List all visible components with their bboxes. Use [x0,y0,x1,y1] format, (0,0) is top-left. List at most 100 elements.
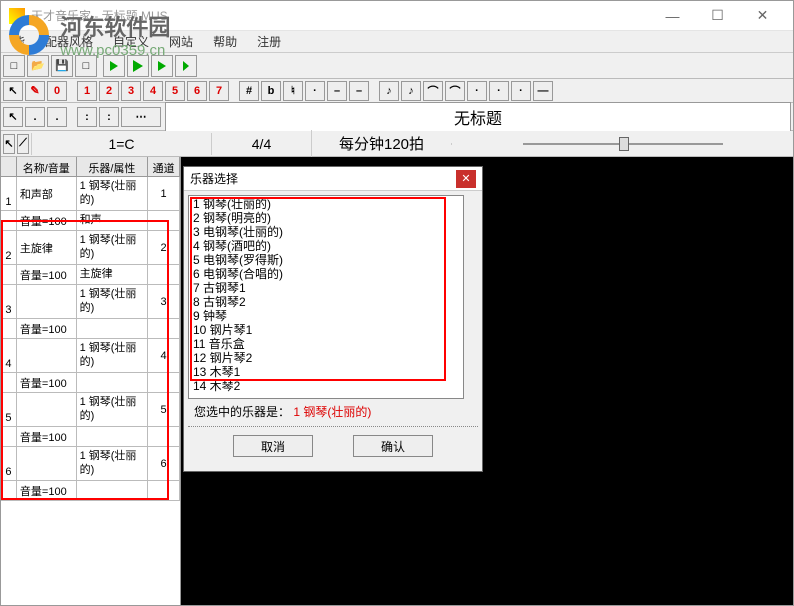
list-item[interactable]: 3 电钢琴(壮丽的) [193,225,459,239]
key-signature[interactable]: 1=C [31,133,211,155]
tool-button[interactable]: · [511,81,531,101]
tool-button[interactable]: . [25,107,45,127]
play-note-button[interactable] [175,55,197,77]
maximize-button[interactable]: ☐ [695,2,740,30]
track-row[interactable]: 2主旋律1 钢琴(壮丽的)2 [1,231,180,265]
track-volume-row[interactable]: 音量=100 [1,373,180,393]
tempo-slider[interactable] [451,143,793,145]
tool-button[interactable]: ♪ [401,81,421,101]
list-item[interactable]: 8 古钢琴2 [193,295,459,309]
ok-button[interactable]: 确认 [353,435,433,457]
cancel-button[interactable]: 取消 [233,435,313,457]
track-name[interactable] [17,285,77,318]
track-volume-row[interactable]: 音量=100 [1,319,180,339]
tool-button[interactable]: · [305,81,325,101]
list-item[interactable]: 10 钢片琴1 [193,323,459,337]
track-channel[interactable]: 6 [148,447,180,480]
tempo-display[interactable]: 每分钟120拍 [311,130,451,157]
num-4[interactable]: 4 [143,81,163,101]
track-volume[interactable]: 音量=100 [17,265,77,284]
play-button[interactable] [103,55,125,77]
track-volume-row[interactable]: 音量=100和声 [1,211,180,231]
list-item[interactable]: 12 钢片琴2 [193,351,459,365]
num-3[interactable]: 3 [121,81,141,101]
track-volume[interactable]: 音量=100 [17,373,77,392]
menu-item[interactable]: 网站 [165,31,197,52]
track-instrument[interactable]: 1 钢琴(壮丽的) [77,339,149,372]
tool-button[interactable]: – [327,81,347,101]
track-name[interactable]: 主旋律 [17,231,77,264]
num-1[interactable]: 1 [77,81,97,101]
list-item[interactable]: 11 音乐盒 [193,337,459,351]
menu-item[interactable]: 配器风格 [41,31,97,52]
track-channel[interactable]: 2 [148,231,180,264]
save-file-button[interactable]: 💾 [51,55,73,77]
close-button[interactable]: ✕ [740,2,785,30]
track-channel[interactable]: 1 [148,177,180,210]
open-file-button[interactable]: 📂 [27,55,49,77]
new-file-button[interactable]: □ [3,55,25,77]
track-row[interactable]: 61 钢琴(壮丽的)6 [1,447,180,481]
menu-item[interactable]: 注册 [253,31,285,52]
track-name[interactable] [17,447,77,480]
track-channel[interactable]: 4 [148,339,180,372]
cursor-tool-2[interactable]: ↖ [3,107,23,127]
track-row[interactable]: 51 钢琴(壮丽的)5 [1,393,180,427]
list-item[interactable]: 1 钢琴(壮丽的) [193,197,459,211]
track-volume-row[interactable]: 音量=100 [1,481,180,501]
track-volume[interactable]: 音量=100 [17,319,77,338]
menu-item[interactable]: 帮助 [209,31,241,52]
track-name[interactable]: 和声部 [17,177,77,210]
list-item[interactable]: 2 钢琴(明亮的) [193,211,459,225]
track-vol-name[interactable] [77,373,149,392]
cursor-tool[interactable]: ↖ [3,81,23,101]
track-name[interactable] [17,393,77,426]
list-item[interactable]: 14 木琴2 [193,379,459,393]
track-vol-name[interactable]: 主旋律 [77,265,149,284]
track-channel[interactable]: 3 [148,285,180,318]
sharp-button[interactable]: # [239,81,259,101]
num-0[interactable]: 0 [47,81,67,101]
list-item[interactable]: 9 钟琴 [193,309,459,323]
tool-button[interactable]: · [489,81,509,101]
track-row[interactable]: 41 钢琴(壮丽的)4 [1,339,180,373]
tool-button[interactable]: ⌒ [423,81,443,101]
track-volume-row[interactable]: 音量=100主旋律 [1,265,180,285]
track-instrument[interactable]: 1 钢琴(壮丽的) [77,447,149,480]
instrument-listbox[interactable]: 1 钢琴(壮丽的)2 钢琴(明亮的)3 电钢琴(壮丽的)4 钢琴(酒吧的)5 电… [188,195,464,399]
track-channel[interactable]: 5 [148,393,180,426]
track-volume[interactable]: 音量=100 [17,211,77,230]
track-instrument[interactable]: 1 钢琴(壮丽的) [77,231,149,264]
track-vol-name[interactable] [77,481,149,500]
list-item[interactable]: 5 电钢琴(罗得斯) [193,253,459,267]
track-name[interactable] [17,339,77,372]
list-item[interactable]: 4 钢琴(酒吧的) [193,239,459,253]
menu-item[interactable]: 自定义 [109,31,153,52]
track-volume-row[interactable]: 音量=100 [1,427,180,447]
track-instrument[interactable]: 1 钢琴(壮丽的) [77,177,149,210]
note-tool[interactable]: ✎ [25,81,45,101]
list-item[interactable]: 13 木琴1 [193,365,459,379]
dialog-close-button[interactable]: ✕ [456,170,476,188]
toolbar-button[interactable]: □ [75,55,97,77]
time-signature[interactable]: 4/4 [211,133,311,155]
song-title[interactable]: 无标题 [165,102,791,132]
tool-button[interactable]: – [349,81,369,101]
cursor-tool-3[interactable]: ↖ [3,134,15,154]
track-row[interactable]: 31 钢琴(壮丽的)3 [1,285,180,319]
track-instrument[interactable]: 1 钢琴(壮丽的) [77,393,149,426]
tool-button[interactable]: ♪ [379,81,399,101]
menu-item[interactable]: 能 [9,31,29,52]
track-volume[interactable]: 音量=100 [17,481,77,500]
flat-button[interactable]: b [261,81,281,101]
natural-button[interactable]: ♮ [283,81,303,101]
tool-button[interactable]: · [467,81,487,101]
track-instrument[interactable]: 1 钢琴(壮丽的) [77,285,149,318]
tool-button[interactable]: ⋯ [121,107,161,127]
list-item[interactable]: 7 古钢琴1 [193,281,459,295]
play-segment-button[interactable] [151,55,173,77]
track-vol-name[interactable] [77,319,149,338]
num-6[interactable]: 6 [187,81,207,101]
tool-button[interactable]: : [99,107,119,127]
tool-button[interactable]: ⟋ [17,134,29,154]
